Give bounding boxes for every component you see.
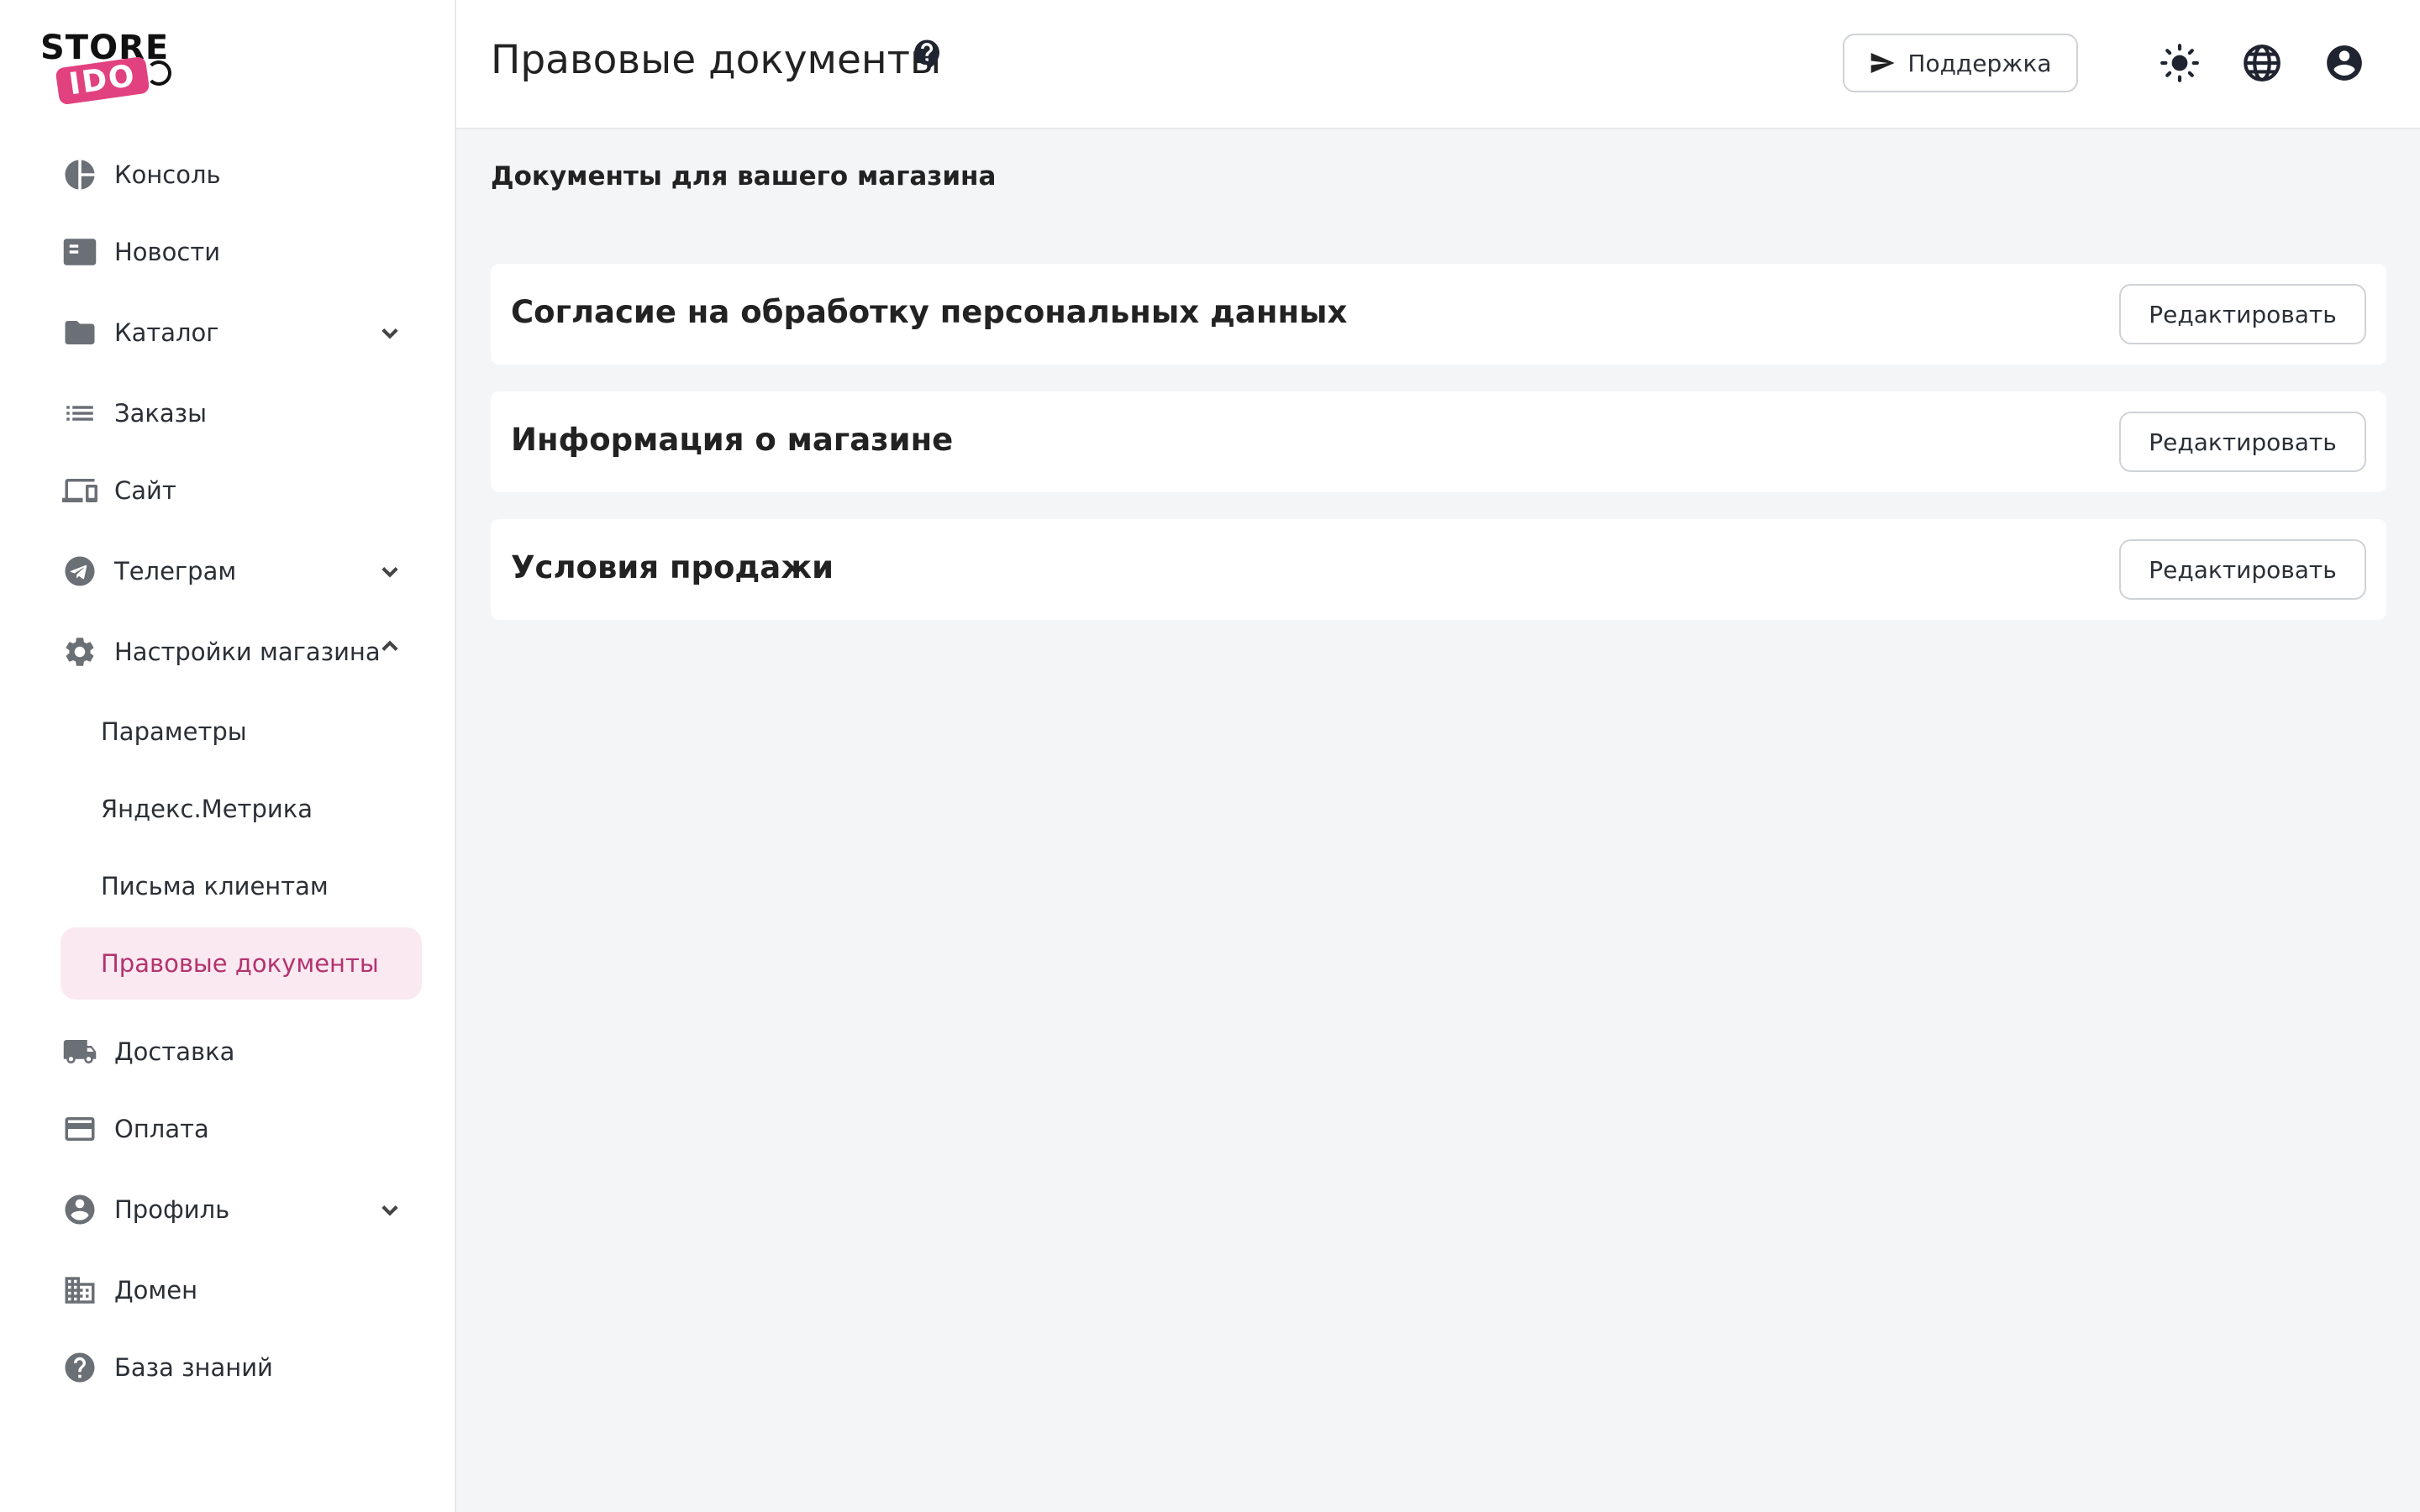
- sidebar-item-label: Домен: [114, 1276, 198, 1305]
- sidebar-item-label: Сайт: [114, 476, 176, 505]
- help-bubble-icon[interactable]: [910, 37, 945, 72]
- sidebar: STORE IDO Консоль Новости Каталог Заказы…: [0, 0, 456, 1512]
- support-button-label: Поддержка: [1907, 49, 2052, 77]
- telegram-icon: [60, 552, 99, 591]
- devices-icon: [60, 471, 99, 510]
- store-logo[interactable]: STORE IDO: [40, 29, 175, 106]
- sidebar-item-profile[interactable]: Профиль: [60, 1184, 422, 1235]
- sidebar-item-label: Телеграм: [114, 557, 237, 585]
- document-card-consent: Согласие на обработку персональных данны…: [491, 264, 2386, 365]
- chevron-down-icon: [378, 321, 402, 344]
- sidebar-subitem-yandex-metrika[interactable]: Яндекс.Метрика: [60, 773, 422, 845]
- list-icon: [60, 394, 99, 433]
- theme-toggle-sun-icon[interactable]: [2159, 42, 2201, 84]
- top-header: Правовые документы Поддержка: [456, 0, 2420, 129]
- sidebar-item-delivery[interactable]: Доставка: [60, 1026, 422, 1077]
- document-card-terms-of-sale: Условия продажи Редактировать: [491, 519, 2386, 620]
- truck-icon: [60, 1032, 99, 1071]
- sidebar-subitem-parameters[interactable]: Параметры: [60, 696, 422, 768]
- document-title: Информация о магазине: [511, 422, 954, 458]
- sidebar-item-news[interactable]: Новости: [60, 227, 422, 277]
- sidebar-item-label: Профиль: [114, 1195, 230, 1224]
- gear-icon: [60, 633, 99, 671]
- document-title: Условия продажи: [511, 549, 834, 585]
- document-title: Согласие на обработку персональных данны…: [511, 294, 1348, 330]
- chevron-down-icon: [378, 559, 402, 583]
- building-icon: [60, 1271, 99, 1310]
- sidebar-item-knowledge-base[interactable]: База знаний: [60, 1342, 422, 1393]
- folder-icon: [60, 313, 99, 352]
- section-title: Документы для вашего магазина: [491, 161, 997, 192]
- account-avatar-icon[interactable]: [2323, 42, 2365, 84]
- sidebar-item-label: Каталог: [114, 318, 219, 347]
- sidebar-item-domain[interactable]: Домен: [60, 1265, 422, 1315]
- sidebar-subitem-customer-emails[interactable]: Письма клиентам: [60, 850, 422, 922]
- sidebar-item-site[interactable]: Сайт: [60, 465, 422, 516]
- chevron-down-icon: [378, 1198, 402, 1221]
- sidebar-item-label: Настройки магазина: [114, 638, 381, 666]
- sidebar-item-orders[interactable]: Заказы: [60, 388, 422, 438]
- sidebar-item-label: Заказы: [114, 399, 207, 428]
- language-globe-icon[interactable]: [2241, 42, 2283, 84]
- news-icon: [60, 233, 99, 271]
- sidebar-item-label: Новости: [114, 238, 221, 266]
- sidebar-item-telegram[interactable]: Телеграм: [60, 546, 422, 596]
- chevron-up-icon: [378, 635, 402, 659]
- logo-hook-icon: [146, 60, 171, 86]
- sidebar-item-label: База знаний: [114, 1353, 273, 1382]
- document-card-store-info: Информация о магазине Редактировать: [491, 391, 2386, 492]
- sidebar-item-catalog[interactable]: Каталог: [60, 307, 422, 358]
- edit-button[interactable]: Редактировать: [2119, 539, 2366, 600]
- send-icon: [1871, 53, 1896, 73]
- sidebar-item-store-settings[interactable]: Настройки магазина: [60, 627, 422, 677]
- edit-button[interactable]: Редактировать: [2119, 412, 2366, 472]
- credit-card-icon: [60, 1110, 99, 1148]
- sidebar-item-label: Консоль: [114, 160, 221, 189]
- sidebar-item-label: Оплата: [114, 1115, 209, 1143]
- page-title: Правовые документы: [491, 37, 942, 83]
- support-button[interactable]: Поддержка: [1843, 34, 2078, 92]
- sidebar-subitem-legal-documents[interactable]: Правовые документы: [60, 927, 422, 1000]
- sidebar-item-console[interactable]: Консоль: [60, 150, 422, 200]
- sidebar-item-payment[interactable]: Оплата: [60, 1104, 422, 1154]
- sidebar-item-label: Доставка: [114, 1037, 235, 1066]
- pie-chart-icon: [60, 155, 99, 194]
- edit-button[interactable]: Редактировать: [2119, 284, 2366, 344]
- user-circle-icon: [60, 1190, 99, 1229]
- help-circle-icon: [60, 1348, 99, 1387]
